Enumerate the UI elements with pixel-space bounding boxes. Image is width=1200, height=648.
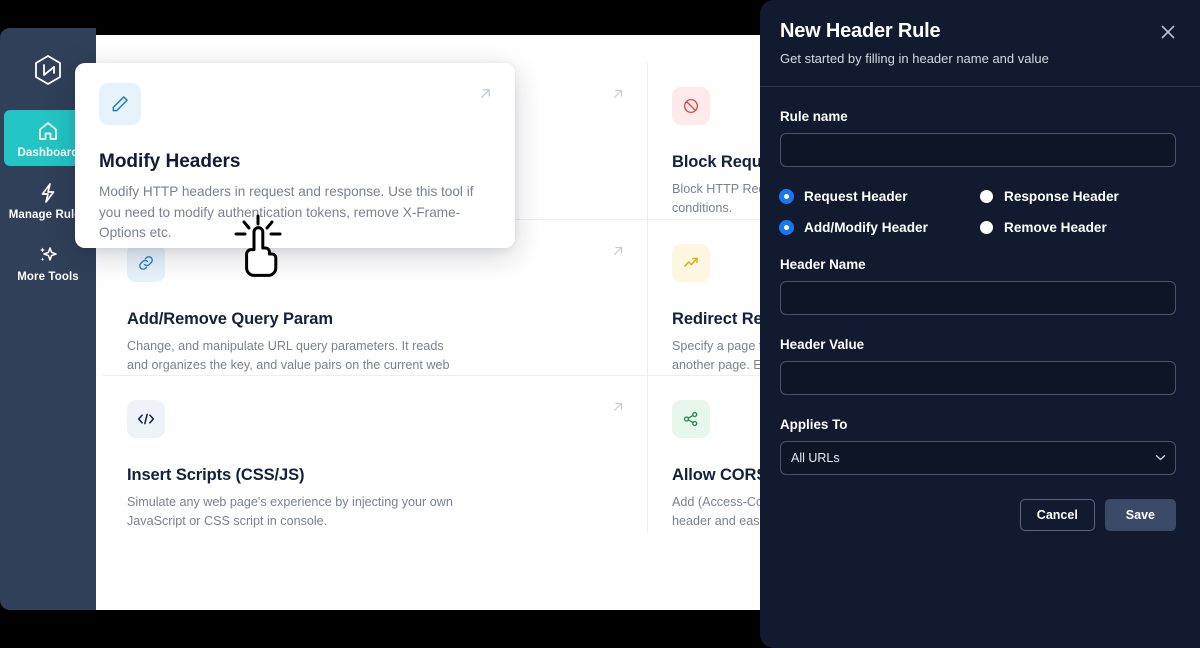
share-nodes-icon [683,412,698,427]
applies-to-select[interactable]: All URLs [780,441,1176,475]
link-icon [139,255,153,270]
new-header-rule-drawer: New Header Rule Get started by filling i… [760,0,1200,648]
sidebar-item-label: More Tools [17,271,79,283]
header-type-radio-group: Request Header Response Header Add/Modif… [780,189,1178,235]
lightning-icon [41,183,55,203]
trending-up-icon [684,257,698,267]
app-root: Dashboard Manage Rules More Tools Block … [0,0,1200,648]
tool-description: Change, and manipulate URL query paramet… [127,338,450,372]
header-value-field-group: Header Value [780,337,1178,395]
arrow-up-right-icon [613,89,623,99]
applies-to-select-wrap: All URLs [780,441,1176,475]
arrow-up-right-icon [613,403,623,412]
radio-label: Response Header [1004,189,1119,204]
tool-icon-wrap [127,243,165,282]
arrow-up-right-icon[interactable] [478,86,493,101]
tool-icon-wrap [672,243,710,282]
code-icon [137,413,155,425]
tool-icon-wrap [672,400,710,439]
drawer-header: New Header Rule Get started by filling i… [760,0,1200,82]
header-value-input[interactable] [780,361,1176,395]
tool-title: Insert Scripts (CSS/JS) [127,466,305,485]
rule-name-label: Rule name [780,109,848,124]
header-name-field-group: Header Name [780,257,1178,315]
radio-response-header[interactable]: Response Header [980,189,1178,204]
radio-remove-header[interactable]: Remove Header [980,220,1178,235]
tool-icon-wrap [127,400,165,439]
arrow-up-right-icon [613,246,623,255]
block-icon [683,98,699,114]
rule-name-field-group: Rule name [780,109,1178,167]
pencil-icon [112,96,128,112]
app-logo[interactable] [26,48,70,92]
header-name-input[interactable] [780,281,1176,315]
tool-icon-wrap [672,87,710,125]
popover-description: Modify HTTP headers in request and respo… [99,184,474,241]
tool-hover-popover[interactable]: Modify Headers Modify HTTP headers in re… [75,63,515,248]
hexagon-arrow-logo-icon [35,54,61,86]
drawer-title: New Header Rule [780,20,941,42]
popover-title: Modify Headers [99,151,241,172]
save-button[interactable]: Save [1104,499,1176,531]
sidebar-item-label: Dashboard [17,147,79,159]
header-name-label: Header Name [780,257,866,272]
radio-indicator [780,190,793,203]
cancel-button[interactable]: Cancel [1019,499,1095,531]
close-icon[interactable] [1158,22,1178,42]
popover-icon-wrap [99,83,141,125]
tool-description: Simulate any web page's experience by in… [127,495,453,529]
sparkles-icon [40,247,57,262]
applies-to-field-group: Applies To All URLs [780,417,1178,475]
applies-to-label: Applies To [780,417,848,432]
radio-indicator [780,221,793,234]
radio-indicator [980,190,993,203]
radio-label: Add/Modify Header [804,220,928,235]
radio-add-modify-header[interactable]: Add/Modify Header [780,220,980,235]
drawer-body: Rule name Request Header Response Header… [760,87,1200,531]
radio-request-header[interactable]: Request Header [780,189,980,204]
radio-indicator [980,221,993,234]
drawer-actions: Cancel Save [780,499,1176,531]
rule-name-input[interactable] [780,133,1176,167]
tool-title: Add/Remove Query Param [127,309,333,328]
tool-card-insert-scripts[interactable]: Insert Scripts (CSS/JS) Simulate any web… [103,376,648,533]
pointing-hand-click-cursor-icon [234,214,282,277]
radio-label: Remove Header [1004,220,1107,235]
header-value-label: Header Value [780,337,865,352]
home-icon [39,122,57,140]
radio-label: Request Header [804,189,908,204]
drawer-subtitle: Get started by filling in header name an… [780,51,1049,66]
